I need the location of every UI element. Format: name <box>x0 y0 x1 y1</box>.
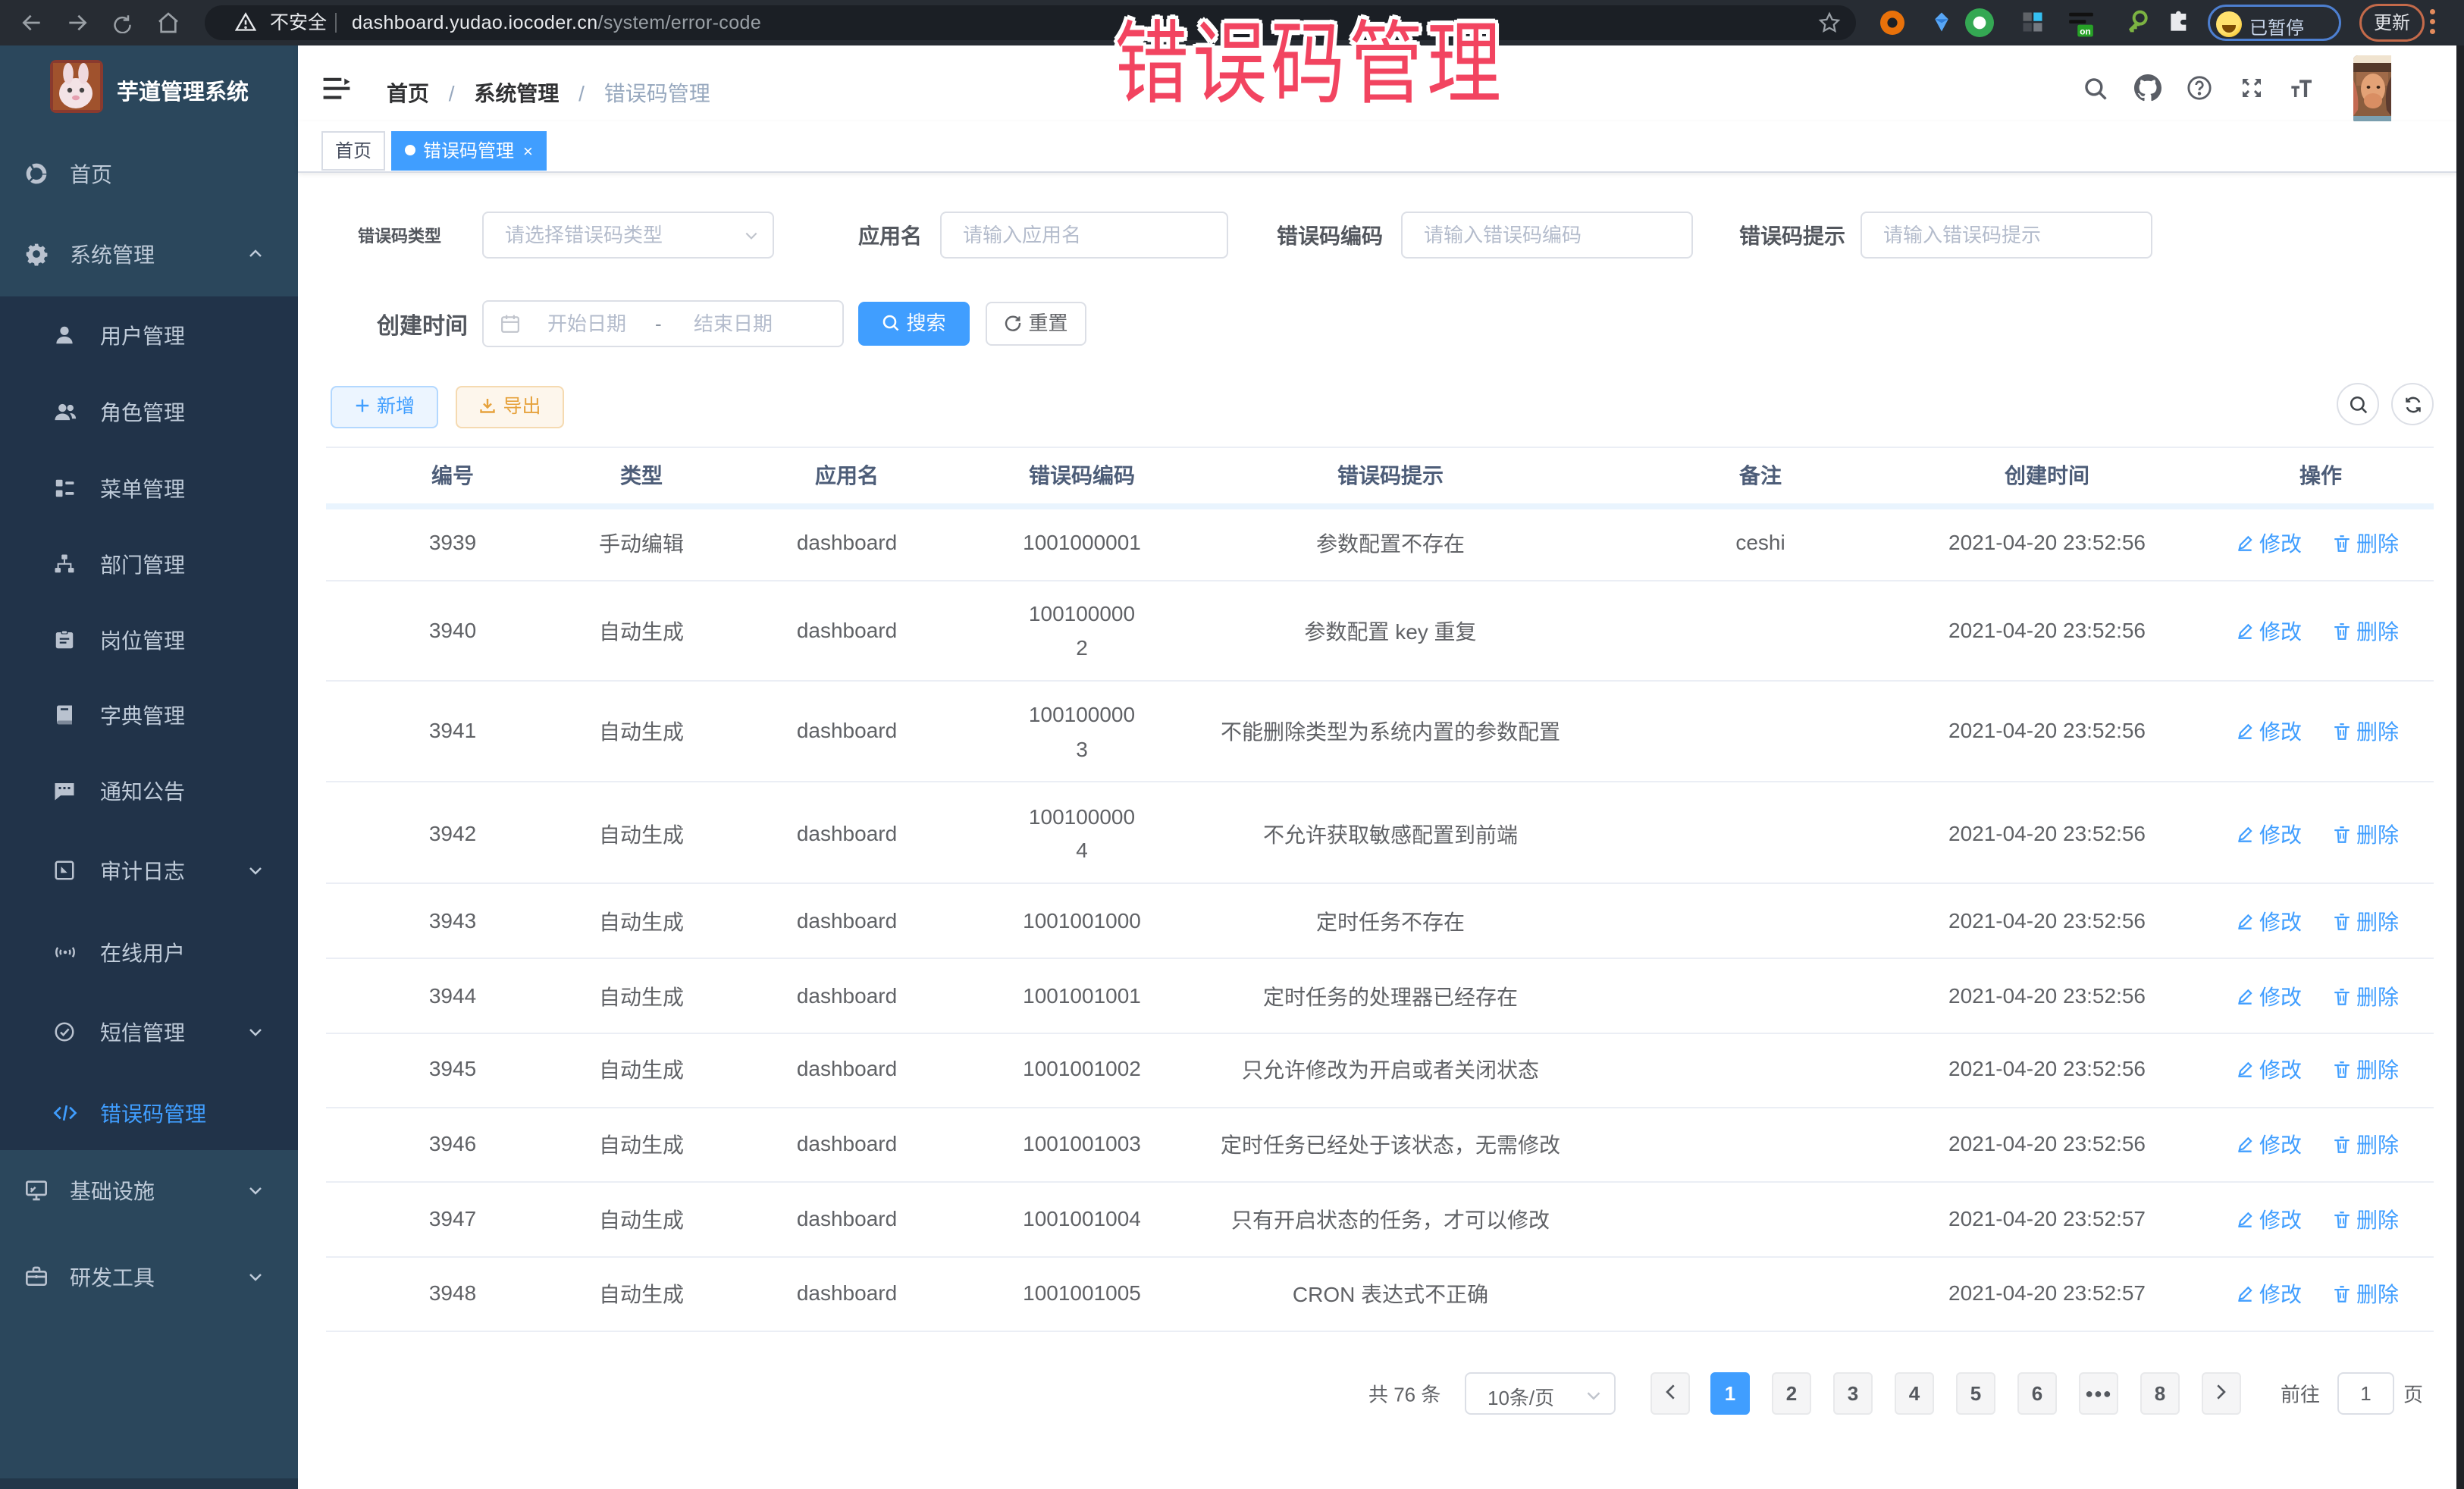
svg-text:on: on <box>2080 26 2091 36</box>
